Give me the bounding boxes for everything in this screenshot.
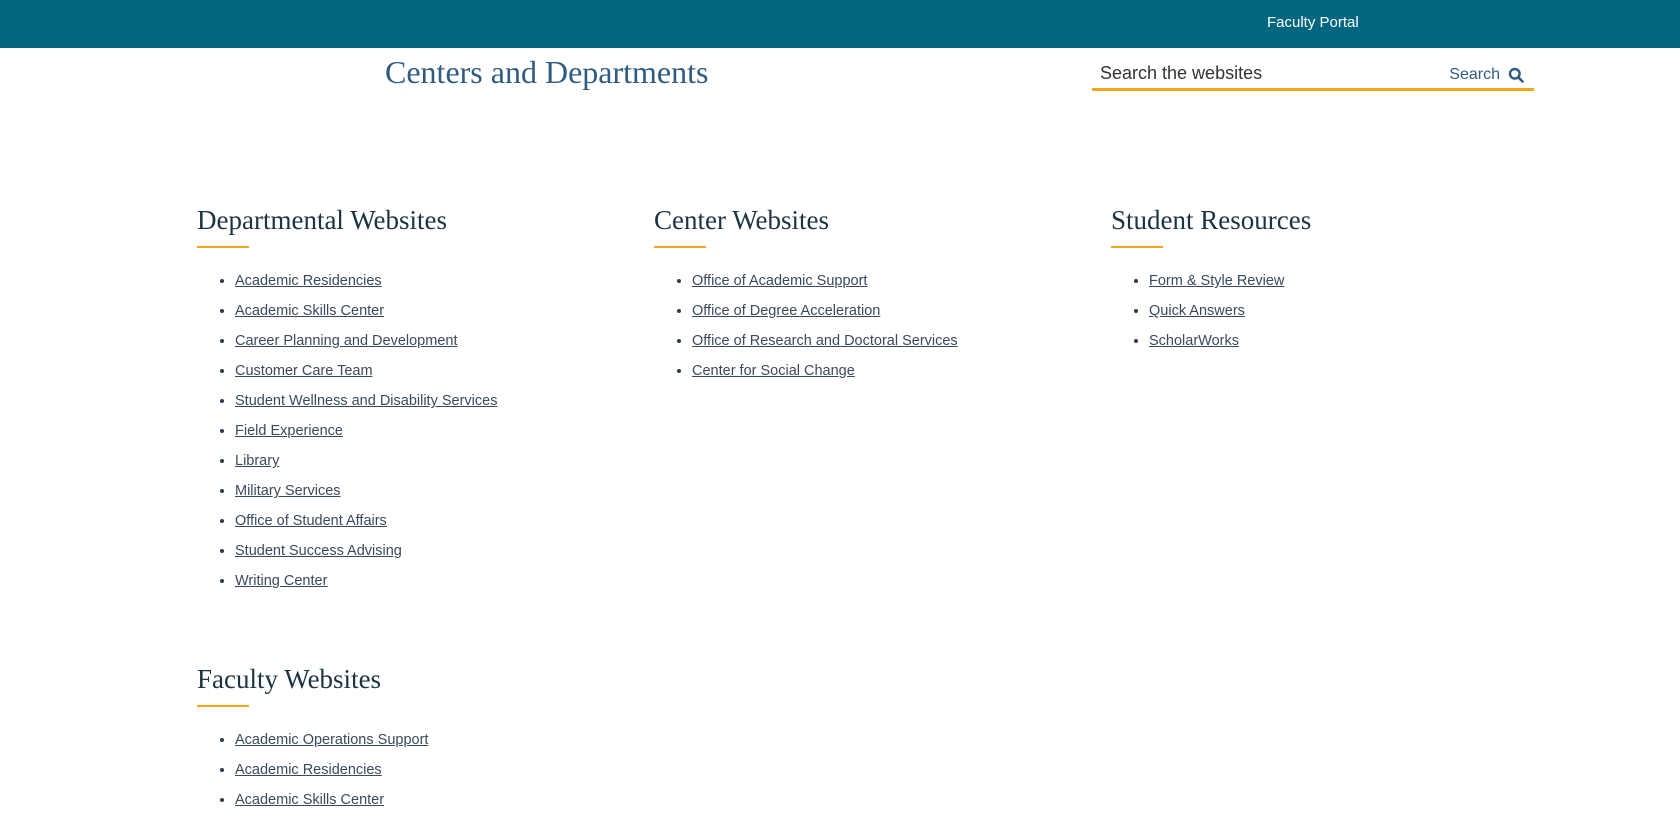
link[interactable]: Academic Operations Support (235, 732, 428, 748)
list-item: Academic Residencies (235, 755, 428, 785)
list-item: Career Planning and Development (235, 326, 497, 356)
page-title: Centers and Departments (385, 54, 709, 90)
list-item: Office of Research and Doctoral Services (692, 326, 958, 356)
departmental-websites-section: Departmental Websites Academic Residenci… (197, 205, 497, 596)
list-item: Military Services (235, 476, 497, 506)
section-heading: Faculty Websites (197, 664, 382, 694)
link[interactable]: ScholarWorks (1149, 333, 1239, 349)
list-item: Student Wellness and Disability Services (235, 386, 497, 416)
list-item: Student Success Advising (235, 536, 497, 566)
search-button[interactable]: Search (1449, 66, 1524, 84)
link[interactable]: Office of Research and Doctoral Services (692, 333, 958, 349)
heading-underline (197, 705, 249, 708)
link[interactable]: Quick Answers (1149, 303, 1245, 319)
center-websites-section: Center Websites Office of Academic Suppo… (654, 205, 958, 386)
list-item: Office of Degree Acceleration (692, 296, 958, 326)
link[interactable]: Academic Residencies (235, 762, 382, 778)
link[interactable]: Student Wellness and Disability Services (235, 393, 497, 409)
link[interactable]: Center for Social Change (692, 363, 855, 379)
list-item: Center for Social Change (692, 356, 958, 386)
link[interactable]: Career Planning and Development (235, 333, 457, 349)
link-list: Office of Academic Support Office of Deg… (654, 266, 958, 386)
heading-underline (654, 246, 706, 249)
search-input[interactable] (1100, 62, 1430, 84)
heading-underline (197, 246, 249, 249)
heading-underline (1111, 246, 1163, 249)
list-item: Quick Answers (1149, 296, 1311, 326)
link[interactable]: Academic Skills Center (235, 303, 384, 319)
list-item: Office of Student Affairs (235, 506, 497, 536)
list-item: Academic Residencies (235, 266, 497, 296)
link[interactable]: Writing Center (235, 573, 327, 589)
link-list: Form & Style Review Quick Answers Schola… (1111, 266, 1311, 356)
link[interactable]: Library (235, 453, 279, 469)
link[interactable]: Office of Degree Acceleration (692, 303, 880, 319)
section-heading: Student Resources (1111, 205, 1312, 235)
link-list: Academic Residencies Academic Skills Cen… (197, 266, 497, 596)
link[interactable]: Academic Skills Center (235, 792, 384, 808)
faculty-websites-section: Faculty Websites Academic Operations Sup… (197, 664, 428, 815)
faculty-portal-link[interactable]: Faculty Portal (1267, 14, 1359, 31)
list-item: Customer Care Team (235, 356, 497, 386)
list-item: Library (235, 446, 497, 476)
list-item: Academic Skills Center (235, 785, 428, 815)
link[interactable]: Office of Academic Support (692, 273, 867, 289)
link[interactable]: Office of Student Affairs (235, 513, 387, 529)
link[interactable]: Academic Residencies (235, 273, 382, 289)
link[interactable]: Form & Style Review (1149, 273, 1284, 289)
section-heading: Center Websites (654, 205, 830, 235)
top-navigation-bar: Faculty Portal (0, 0, 1680, 48)
section-heading: Departmental Websites (197, 205, 448, 235)
list-item: Academic Skills Center (235, 296, 497, 326)
link[interactable]: Military Services (235, 483, 341, 499)
link[interactable]: Customer Care Team (235, 363, 373, 379)
link[interactable]: Student Success Advising (235, 543, 402, 559)
student-resources-section: Student Resources Form & Style Review Qu… (1111, 205, 1311, 356)
list-item: Writing Center (235, 566, 497, 596)
list-item: ScholarWorks (1149, 326, 1311, 356)
list-item: Academic Operations Support (235, 725, 428, 755)
search-button-label: Search (1449, 66, 1500, 83)
search-icon (1508, 67, 1524, 83)
list-item: Field Experience (235, 416, 497, 446)
list-item: Form & Style Review (1149, 266, 1311, 296)
search-bar: Search (1092, 60, 1534, 91)
link-list: Academic Operations Support Academic Res… (197, 725, 428, 815)
list-item: Office of Academic Support (692, 266, 958, 296)
link[interactable]: Field Experience (235, 423, 343, 439)
